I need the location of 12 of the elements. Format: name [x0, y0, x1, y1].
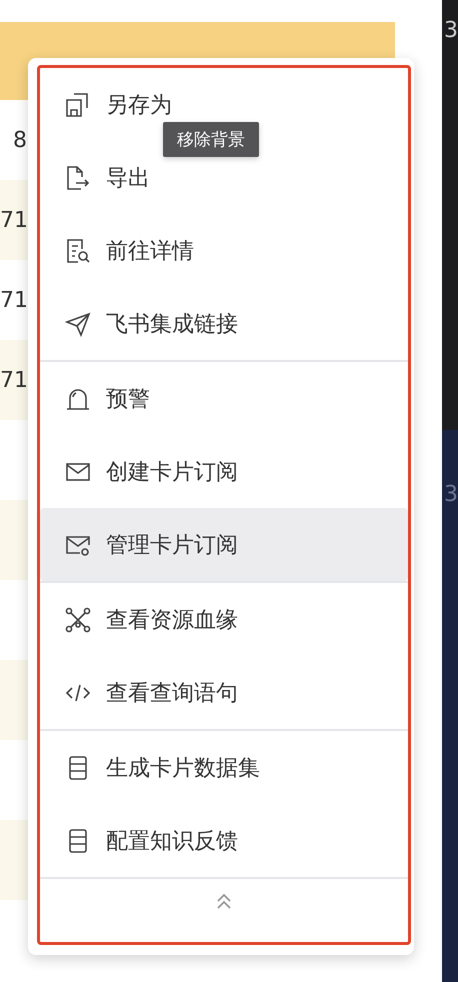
menu-item[interactable]: 管理卡片订阅 — [40, 508, 408, 581]
tooltip: 移除背景 — [163, 122, 259, 157]
export-icon — [64, 164, 92, 192]
document-search-icon — [64, 236, 92, 264]
table-cell-text: 8 — [12, 128, 27, 152]
table-cell: 71 — [0, 288, 27, 312]
panel-value: 3 — [443, 18, 458, 43]
send-icon — [64, 310, 92, 338]
panel-value: 3 — [443, 482, 458, 507]
table-cell: 71 — [0, 208, 27, 232]
table-cell: 71 — [0, 368, 27, 392]
lineage-icon — [64, 606, 92, 634]
